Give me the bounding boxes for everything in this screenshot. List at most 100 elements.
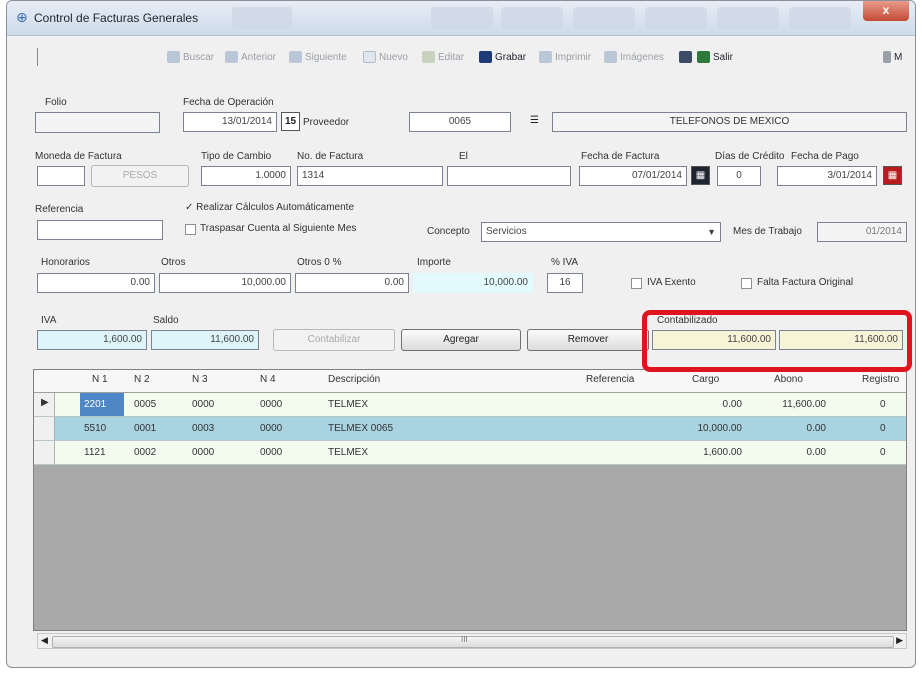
row-selector[interactable] [34, 441, 55, 464]
table-row[interactable]: 5510 0001 0003 0000 TELMEX 0065 10,000.0… [34, 417, 906, 441]
accounting-grid[interactable]: N 1 N 2 N 3 N 4 Descripción Referencia C… [33, 369, 907, 631]
folio-label: Folio [45, 97, 67, 108]
app-icon: ⊕ [16, 9, 28, 25]
col-referencia[interactable]: Referencia [586, 374, 634, 385]
search-proveedor-button[interactable]: ☰ [525, 112, 544, 131]
cell-descripcion[interactable]: TELMEX [328, 399, 368, 410]
col-registro[interactable]: Registro [862, 374, 899, 385]
cell-descripcion[interactable]: TELMEX [328, 447, 368, 458]
table-row[interactable]: ▶ 2201 0005 0000 0000 TELMEX 0.00 11,600… [34, 393, 906, 417]
contabilizar-button[interactable]: Contabilizar [273, 329, 395, 351]
referencia-field[interactable] [37, 220, 163, 240]
cell-registro[interactable]: 0 [880, 399, 886, 410]
row-selector[interactable] [34, 417, 55, 440]
dias-credito-field[interactable]: 0 [717, 166, 761, 186]
col-n4[interactable]: N 4 [260, 374, 276, 385]
cell-n4[interactable]: 0000 [260, 399, 282, 410]
traspasar-checkbox[interactable] [185, 224, 196, 235]
fecha-operacion-field[interactable]: 13/01/2014 [183, 112, 277, 132]
moneda-select-button[interactable]: PESOS [91, 165, 189, 187]
chevron-down-icon: ▼ [707, 227, 716, 237]
cell-registro[interactable]: 0 [880, 423, 886, 434]
buscar-button[interactable]: Buscar [167, 49, 214, 65]
cell-n2[interactable]: 0001 [134, 423, 156, 434]
col-n3[interactable]: N 3 [192, 374, 208, 385]
folio-field[interactable] [35, 112, 160, 133]
cell-n2[interactable]: 0002 [134, 447, 156, 458]
imprimir-button[interactable]: Imprimir [539, 49, 591, 65]
el-field[interactable] [447, 166, 571, 186]
calendar-icon: ▦ [695, 170, 706, 181]
cell-abono[interactable]: 11,600.00 [782, 399, 826, 410]
iva-field: 1,600.00 [37, 330, 147, 350]
cell-n4[interactable]: 0000 [260, 447, 282, 458]
no-factura-field[interactable]: 1314 [297, 166, 443, 186]
cell-n1[interactable]: 2201 [80, 393, 124, 416]
remover-button[interactable]: Remover [527, 329, 649, 351]
editar-button[interactable]: Editar [422, 49, 464, 65]
scroll-thumb[interactable]: III [52, 635, 894, 648]
col-descripcion[interactable]: Descripción [328, 374, 380, 385]
moneda-code-field[interactable] [37, 166, 85, 186]
agregar-button[interactable]: Agregar [401, 329, 521, 351]
window-title: Control de Facturas Generales [34, 11, 199, 25]
cell-n3[interactable]: 0000 [192, 447, 214, 458]
cell-n3[interactable]: 0000 [192, 399, 214, 410]
table-row[interactable]: 1121 0002 0000 0000 TELMEX 1,600.00 0.00… [34, 441, 906, 465]
fecha-pago-label: Fecha de Pago [791, 151, 859, 162]
buscar-label: Buscar [183, 51, 215, 63]
scroll-right-icon[interactable]: ▶ [896, 635, 903, 646]
row-selector[interactable]: ▶ [34, 393, 55, 416]
col-abono[interactable]: Abono [774, 374, 803, 385]
grabar-label: Grabar [495, 51, 527, 63]
col-cargo[interactable]: Cargo [692, 374, 719, 385]
cell-cargo[interactable]: 1,600.00 [703, 447, 742, 458]
anterior-button[interactable]: Anterior [225, 49, 276, 65]
tipo-cambio-field[interactable]: 1.0000 [201, 166, 291, 186]
salir-label: Salir [713, 51, 734, 63]
pct-iva-field[interactable]: 16 [547, 273, 583, 293]
cell-cargo[interactable]: 0.00 [723, 399, 742, 410]
cell-n2[interactable]: 0005 [134, 399, 156, 410]
concepto-select[interactable]: Servicios ▼ [481, 222, 721, 242]
row-pointer-icon: ▶ [41, 397, 49, 408]
col-n2[interactable]: N 2 [134, 374, 150, 385]
traspasar-label: Traspasar Cuenta al Siguiente Mes [200, 223, 357, 234]
close-button[interactable]: x [863, 1, 909, 21]
more-button[interactable]: M [883, 49, 902, 65]
anterior-label: Anterior [241, 51, 277, 63]
cell-cargo[interactable]: 10,000.00 [698, 423, 743, 434]
siguiente-label: Siguiente [305, 51, 347, 63]
scroll-left-icon[interactable]: ◀ [41, 635, 48, 646]
imagenes-button[interactable]: Imágenes [604, 49, 664, 65]
cell-abono[interactable]: 0.00 [807, 447, 826, 458]
cell-descripcion[interactable]: TELMEX 0065 [328, 423, 393, 434]
fecha-factura-field[interactable]: 07/01/2014 [579, 166, 687, 186]
calendar-pago-button[interactable]: ▦ [883, 166, 902, 185]
horizontal-scrollbar[interactable]: ◀ III ▶ [37, 633, 907, 649]
siguiente-button[interactable]: Siguiente [289, 49, 347, 65]
salir-button[interactable]: Salir [697, 49, 733, 65]
grabar-button[interactable]: Grabar [479, 49, 526, 65]
fecha-pago-field[interactable]: 3/01/2014 [777, 166, 877, 186]
nuevo-label: Nuevo [379, 51, 408, 63]
honorarios-field[interactable]: 0.00 [37, 273, 155, 293]
nuevo-button[interactable]: Nuevo [363, 49, 408, 65]
cell-n1[interactable]: 1121 [84, 447, 106, 458]
proveedor-field[interactable]: 0065 [409, 112, 511, 132]
cell-registro[interactable]: 0 [880, 447, 886, 458]
cell-abono[interactable]: 0.00 [807, 423, 826, 434]
cell-n4[interactable]: 0000 [260, 423, 282, 434]
otros-field[interactable]: 10,000.00 [159, 273, 291, 293]
cell-n3[interactable]: 0003 [192, 423, 214, 434]
calendar-operacion-button[interactable]: 15 [281, 112, 300, 131]
iva-exento-checkbox[interactable] [631, 278, 642, 289]
falta-factura-checkbox[interactable] [741, 278, 752, 289]
layout-button[interactable] [679, 49, 695, 65]
col-n1[interactable]: N 1 [92, 374, 108, 385]
fecha-factura-label: Fecha de Factura [581, 151, 660, 162]
otros0-field[interactable]: 0.00 [295, 273, 409, 293]
realizar-calculos-option[interactable]: ✓ Realizar Cálculos Automáticamente [185, 202, 354, 213]
calendar-factura-button[interactable]: ▦ [691, 166, 710, 185]
cell-n1[interactable]: 5510 [84, 423, 106, 434]
